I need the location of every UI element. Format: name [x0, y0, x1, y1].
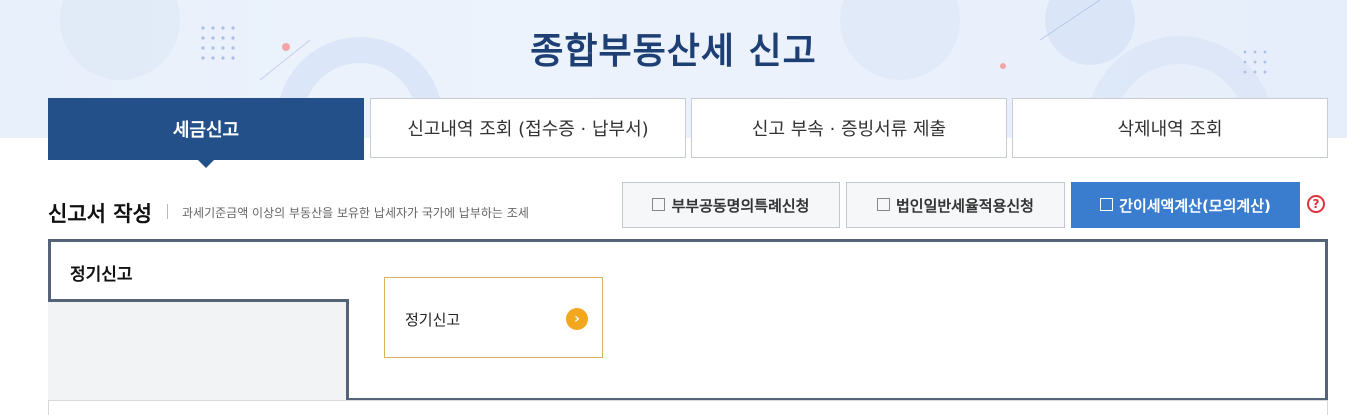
- checkbox-icon: [876, 197, 890, 211]
- tab-tax-filing[interactable]: 세금신고: [48, 98, 364, 168]
- simple-tax-calc-label: 간이세액계산(모의계산): [1119, 196, 1271, 215]
- corporate-rate-apply-button[interactable]: 법인일반세율적용신청: [846, 182, 1065, 228]
- question-icon[interactable]: ?: [1307, 195, 1325, 213]
- section-title: 신고서 작성: [48, 202, 152, 226]
- sidebar-item-regular-filing[interactable]: 정기신고: [48, 239, 349, 302]
- panel-bottom-border: [48, 400, 1328, 401]
- tab-deleted-history[interactable]: 삭제내역 조회: [1012, 98, 1328, 158]
- sidebar-item-label: 정기신고: [70, 265, 133, 285]
- page-title: 종합부동산세 신고: [530, 31, 817, 72]
- arrow-right-icon: ›: [566, 308, 588, 330]
- checkbox-icon: [652, 197, 666, 211]
- sidebar-background: [48, 300, 348, 400]
- section-divider: [167, 204, 168, 219]
- corporate-rate-apply-label: 법인일반세율적용신청: [895, 196, 1034, 215]
- simple-tax-calc-button[interactable]: 간이세액계산(모의계산): [1071, 182, 1300, 228]
- regular-filing-card[interactable]: 정기신고 ›: [384, 277, 603, 358]
- card-label: 정기신고: [405, 311, 461, 329]
- section-description: 과세기준금액 이상의 부동산을 보유한 납세자가 국가에 납부하는 조세: [182, 206, 529, 220]
- tab-filing-history[interactable]: 신고내역 조회 (접수증 · 납부서): [370, 98, 686, 158]
- tab-attachment-submit[interactable]: 신고 부속 · 증빙서류 제출: [691, 98, 1007, 158]
- joint-ownership-special-label: 부부공동명의특례신청: [671, 196, 810, 215]
- joint-ownership-special-button[interactable]: 부부공동명의특례신청: [622, 182, 840, 228]
- checkbox-icon: [1100, 197, 1114, 211]
